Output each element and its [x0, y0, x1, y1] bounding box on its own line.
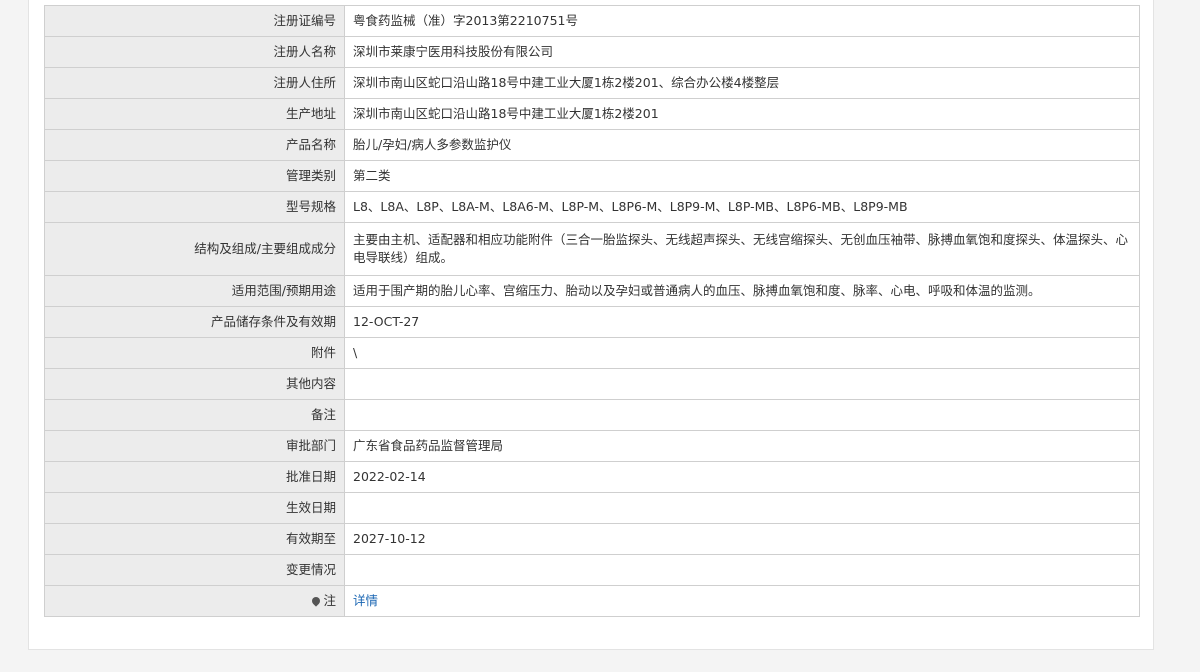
pin-icon: [310, 595, 323, 607]
field-label: 结构及组成/主要组成成分: [44, 222, 345, 276]
field-value: [344, 399, 1140, 431]
registration-detail-table: 注册证编号 粤食药监械（准）字2013第2210751号 注册人名称 深圳市莱康…: [44, 5, 1140, 617]
field-label: 型号规格: [44, 191, 345, 223]
table-row: 生效日期: [44, 492, 1140, 524]
detail-panel: 注册证编号 粤食药监械（准）字2013第2210751号 注册人名称 深圳市莱康…: [28, 0, 1154, 650]
field-value: \: [344, 337, 1140, 369]
table-row: 适用范围/预期用途 适用于围产期的胎儿心率、宫缩压力、胎动以及孕妇或普通病人的血…: [44, 275, 1140, 307]
field-label: 适用范围/预期用途: [44, 275, 345, 307]
table-row: 产品储存条件及有效期 12-OCT-27: [44, 306, 1140, 338]
table-row: 批准日期 2022-02-14: [44, 461, 1140, 493]
note-label-cell: 注: [44, 585, 345, 617]
field-label: 注册人住所: [44, 67, 345, 99]
details-link[interactable]: 详情: [353, 593, 378, 608]
table-row: 附件 \: [44, 337, 1140, 369]
field-value: L8、L8A、L8P、L8A-M、L8A6-M、L8P-M、L8P6-M、L8P…: [344, 191, 1140, 223]
field-value: 主要由主机、适配器和相应功能附件（三合一胎监探头、无线超声探头、无线宫缩探头、无…: [344, 222, 1140, 276]
field-value: 深圳市莱康宁医用科技股份有限公司: [344, 36, 1140, 68]
field-label: 附件: [44, 337, 345, 369]
field-value: 适用于围产期的胎儿心率、宫缩压力、胎动以及孕妇或普通病人的血压、脉搏血氧饱和度、…: [344, 275, 1140, 307]
table-row: 注册人名称 深圳市莱康宁医用科技股份有限公司: [44, 36, 1140, 68]
field-label: 生效日期: [44, 492, 345, 524]
field-label: 有效期至: [44, 523, 345, 555]
field-value: 广东省食品药品监督管理局: [344, 430, 1140, 462]
field-label: 注册证编号: [44, 5, 345, 37]
field-value: 2027-10-12: [344, 523, 1140, 555]
field-label: 产品储存条件及有效期: [44, 306, 345, 338]
field-label: 生产地址: [44, 98, 345, 130]
field-value: [344, 492, 1140, 524]
field-value: 深圳市南山区蛇口沿山路18号中建工业大厦1栋2楼201: [344, 98, 1140, 130]
field-value: [344, 368, 1140, 400]
table-row: 生产地址 深圳市南山区蛇口沿山路18号中建工业大厦1栋2楼201: [44, 98, 1140, 130]
table-row: 备注: [44, 399, 1140, 431]
field-value: 深圳市南山区蛇口沿山路18号中建工业大厦1栋2楼201、综合办公楼4楼整层: [344, 67, 1140, 99]
table-row: 产品名称 胎儿/孕妇/病人多参数监护仪: [44, 129, 1140, 161]
field-value: [344, 554, 1140, 586]
table-row: 注 详情: [44, 585, 1140, 617]
field-value: 粤食药监械（准）字2013第2210751号: [344, 5, 1140, 37]
field-label: 产品名称: [44, 129, 345, 161]
note-value-cell: 详情: [344, 585, 1140, 617]
field-label: 变更情况: [44, 554, 345, 586]
field-label: 其他内容: [44, 368, 345, 400]
field-value: 第二类: [344, 160, 1140, 192]
table-row: 变更情况: [44, 554, 1140, 586]
table-row: 注册人住所 深圳市南山区蛇口沿山路18号中建工业大厦1栋2楼201、综合办公楼4…: [44, 67, 1140, 99]
field-value: 12-OCT-27: [344, 306, 1140, 338]
table-row: 其他内容: [44, 368, 1140, 400]
table-row: 注册证编号 粤食药监械（准）字2013第2210751号: [44, 5, 1140, 37]
field-label: 管理类别: [44, 160, 345, 192]
table-row: 型号规格 L8、L8A、L8P、L8A-M、L8A6-M、L8P-M、L8P6-…: [44, 191, 1140, 223]
field-value: 胎儿/孕妇/病人多参数监护仪: [344, 129, 1140, 161]
field-label: 备注: [44, 399, 345, 431]
field-label: 审批部门: [44, 430, 345, 462]
table-row: 有效期至 2027-10-12: [44, 523, 1140, 555]
field-label: 批准日期: [44, 461, 345, 493]
table-row: 结构及组成/主要组成成分 主要由主机、适配器和相应功能附件（三合一胎监探头、无线…: [44, 222, 1140, 276]
field-label: 注册人名称: [44, 36, 345, 68]
table-row: 审批部门 广东省食品药品监督管理局: [44, 430, 1140, 462]
table-row: 管理类别 第二类: [44, 160, 1140, 192]
field-value: 2022-02-14: [344, 461, 1140, 493]
field-label: 注: [323, 593, 336, 608]
